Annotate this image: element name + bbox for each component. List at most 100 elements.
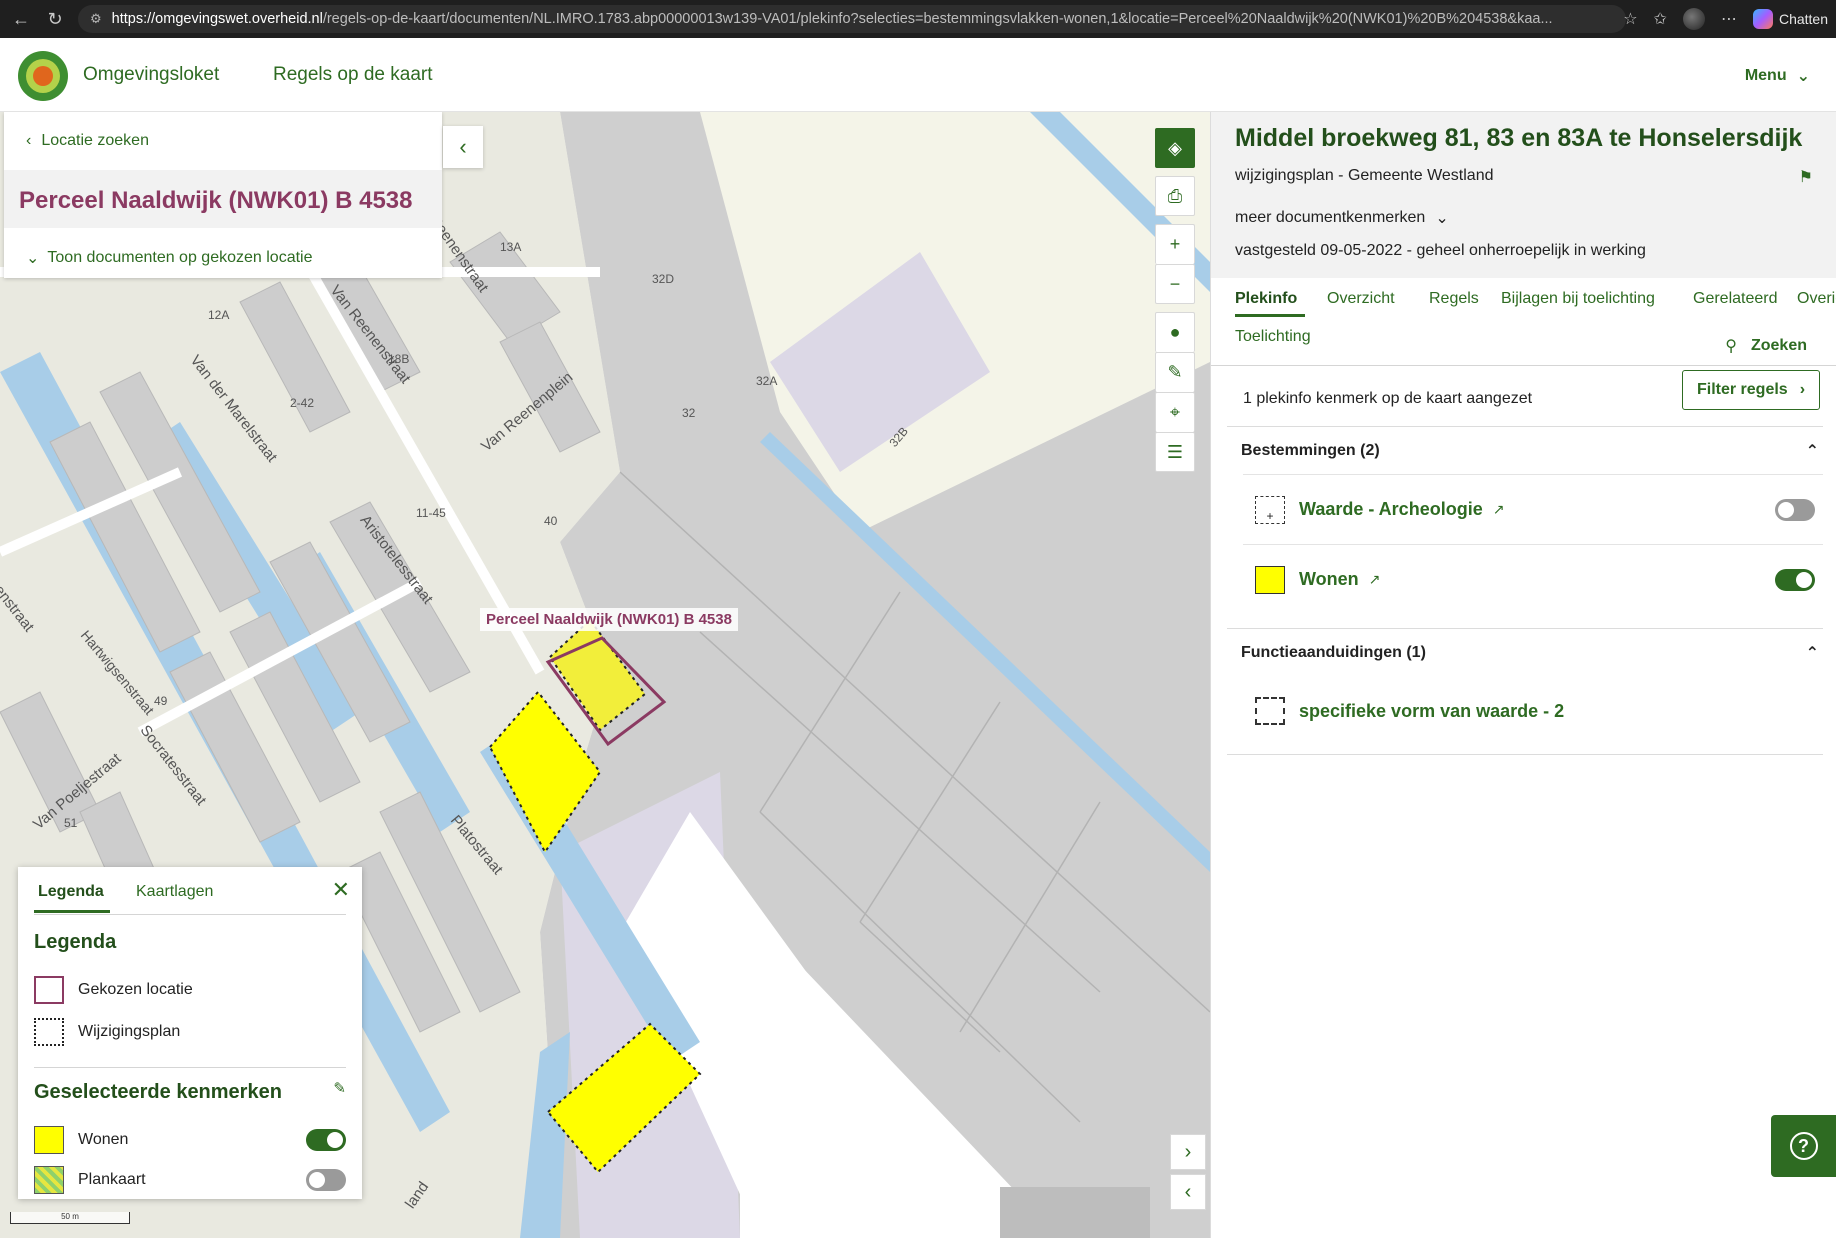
rule-link[interactable]: Waarde - Archeologie [1299, 499, 1483, 520]
map-number-label: 32 [682, 406, 696, 420]
tab-overzicht[interactable]: Overzicht [1327, 290, 1395, 308]
tab-bijlagen[interactable]: Bijlagen bij toelichting [1501, 290, 1655, 308]
chosen-location-swatch [34, 976, 64, 1004]
search-icon: ⚲ [1725, 338, 1737, 355]
zoom-in-button[interactable]: + [1155, 224, 1195, 264]
reload-icon[interactable]: ↻ [42, 6, 68, 32]
chevron-left-icon: ‹ [1184, 1180, 1192, 1203]
location-title: Perceel Naaldwijk (NWK01) B 4538 [19, 187, 413, 214]
browser-toolbar: ← ↻ ⚙ https://omgevingswet.overheid.nl/r… [0, 0, 1836, 38]
active-tab-indicator [34, 910, 110, 913]
search-button[interactable]: ⚲ Zoeken [1725, 336, 1807, 356]
rule-row-waarde-archeologie: + Waarde - Archeologie ↗ [1243, 474, 1823, 544]
filter-rules-button[interactable]: Filter regels › [1682, 370, 1820, 410]
document-status: vastgesteld 09-05-2022 - geheel onherroe… [1235, 242, 1646, 259]
locate-me-button[interactable]: ⌖ [1155, 392, 1195, 432]
close-legend-button[interactable]: ✕ [332, 877, 350, 903]
back-icon[interactable]: ← [8, 6, 34, 32]
zoom-out-button[interactable]: − [1155, 264, 1195, 304]
chevron-down-icon: ⌄ [1435, 210, 1449, 227]
archeologie-toggle[interactable] [1775, 499, 1815, 521]
chevron-right-icon: › [1184, 1140, 1192, 1163]
plankaart-toggle[interactable] [306, 1169, 346, 1191]
rule-link[interactable]: specifieke vorm van waarde - 2 [1299, 701, 1564, 722]
expand-panel-button[interactable]: › [1170, 1134, 1206, 1170]
copilot-button[interactable]: Chatten [1752, 9, 1828, 29]
document-tabs: Plekinfo Overzicht Regels Bijlagen bij t… [1211, 278, 1836, 366]
menu-button[interactable]: Menu ⌄ [1745, 66, 1810, 86]
help-button[interactable]: ? [1771, 1115, 1836, 1177]
selected-feature-row: Wonen [34, 1125, 346, 1155]
document-map-icon[interactable]: ⚑ [1799, 167, 1813, 187]
chevron-up-icon: ⌃ [1805, 442, 1819, 460]
map-number-label: 18B [388, 352, 410, 366]
tab-overig[interactable]: Overig [1797, 290, 1836, 308]
bookmark-star-icon[interactable]: ☆ [1623, 9, 1637, 29]
layers-icon: ◈ [1168, 137, 1182, 158]
wonen-toggle[interactable] [1775, 569, 1815, 591]
legend-item: Wijzigingsplan [34, 1017, 346, 1047]
rule-row-wonen: Wonen ↗ [1243, 544, 1823, 614]
draw-button[interactable]: ✎ [1155, 352, 1195, 392]
favorites-icon[interactable]: ✩ [1654, 9, 1667, 29]
wonen-toggle[interactable] [306, 1129, 346, 1151]
tab-regels[interactable]: Regels [1429, 290, 1479, 308]
profile-avatar[interactable] [1682, 8, 1705, 30]
brand-name[interactable]: Omgevingsloket [83, 64, 219, 86]
show-documents-toggle[interactable]: ⌄ Toon documenten op gekozen locatie [26, 248, 312, 268]
more-icon[interactable]: ⋯ [1721, 9, 1737, 29]
collapse-panel-button[interactable]: ‹ [443, 126, 483, 168]
legend-item: Gekozen locatie [34, 975, 346, 1005]
tab-gerelateerd[interactable]: Gerelateerd [1693, 290, 1778, 308]
legend-tabs: Legenda Kaartlagen [34, 867, 346, 915]
rule-link[interactable]: Wonen [1299, 569, 1359, 590]
pin-button[interactable]: ● [1155, 312, 1195, 352]
section-functieaanduidingen[interactable]: Functieaanduidingen (1) ⌃ [1227, 628, 1823, 676]
map-number-label: 32D [652, 272, 675, 286]
wijzigingsplan-swatch [34, 1018, 64, 1046]
selected-feature-label: Plankaart [78, 1171, 146, 1188]
map-view[interactable]: Hartwigsenstraat Van der Marelstraat Van… [0, 112, 1210, 1238]
legend-heading: Legenda [34, 931, 117, 953]
scale-bar: 50 m [10, 1212, 130, 1224]
close-icon: ✕ [331, 877, 350, 902]
specifieke-vorm-swatch [1255, 697, 1285, 725]
tab-kaartlagen[interactable]: Kaartlagen [136, 883, 213, 901]
copilot-icon [1752, 9, 1773, 29]
address-bar[interactable]: ⚙ https://omgevingswet.overheid.nl/regel… [78, 5, 1626, 33]
app-title[interactable]: Regels op de kaart [273, 64, 433, 86]
measure-button[interactable]: ☰ [1155, 432, 1195, 472]
print-button[interactable]: ⎙ [1155, 176, 1195, 216]
back-to-search-link[interactable]: ‹ Locatie zoeken [26, 132, 149, 150]
omgevingsloket-logo[interactable] [18, 51, 68, 101]
layers-button[interactable]: ◈ [1155, 128, 1195, 168]
selected-feature-row: Plankaart [34, 1165, 346, 1195]
document-title: Middel broekweg 81, 83 en 83A te Honsele… [1235, 124, 1803, 152]
more-document-properties-toggle[interactable]: meer documentkenmerken ⌄ [1235, 208, 1449, 228]
map-number-label: 13A [500, 240, 522, 254]
pencil-icon: ✎ [1167, 362, 1183, 382]
map-toolbar: ◈ ⎙ + − ● ✎ ⌖ ☰ [1155, 128, 1195, 480]
plankaart-swatch [34, 1166, 64, 1194]
collapse-panel-button[interactable]: ‹ [1170, 1174, 1206, 1210]
tab-plekinfo[interactable]: Plekinfo [1235, 290, 1297, 308]
plus-icon: + [1169, 234, 1181, 254]
selected-feature-label: Wonen [78, 1131, 129, 1148]
legend-item-label: Wijzigingsplan [78, 1023, 181, 1040]
location-card: ‹ Locatie zoeken Perceel Naaldwijk (NWK01… [4, 112, 442, 278]
external-link-icon[interactable]: ↗ [1369, 571, 1381, 588]
legend-panel: Legenda Kaartlagen ✕ Legenda Gekozen loc… [18, 867, 362, 1199]
plekinfo-count: 1 plekinfo kenmerk op de kaart aangezet [1243, 390, 1533, 407]
chevron-up-icon: ⌃ [1805, 644, 1819, 662]
tab-legenda[interactable]: Legenda [38, 883, 104, 901]
crosshair-icon: ⌖ [1169, 402, 1181, 422]
pencil-icon: ✎ [333, 1080, 346, 1097]
tab-toelichting[interactable]: Toelichting [1235, 328, 1311, 346]
selected-features-heading: Geselecteerde kenmerken [34, 1081, 282, 1103]
external-link-icon[interactable]: ↗ [1493, 501, 1505, 518]
chevron-down-icon: ⌄ [26, 250, 40, 267]
edit-selection-button[interactable]: ✎ [333, 1079, 346, 1097]
section-bestemmingen[interactable]: Bestemmingen (2) ⌃ [1227, 426, 1823, 474]
perceel-map-label: Perceel Naaldwijk (NWK01) B 4538 [480, 608, 738, 631]
site-info-icon[interactable]: ⚙ [90, 11, 102, 27]
